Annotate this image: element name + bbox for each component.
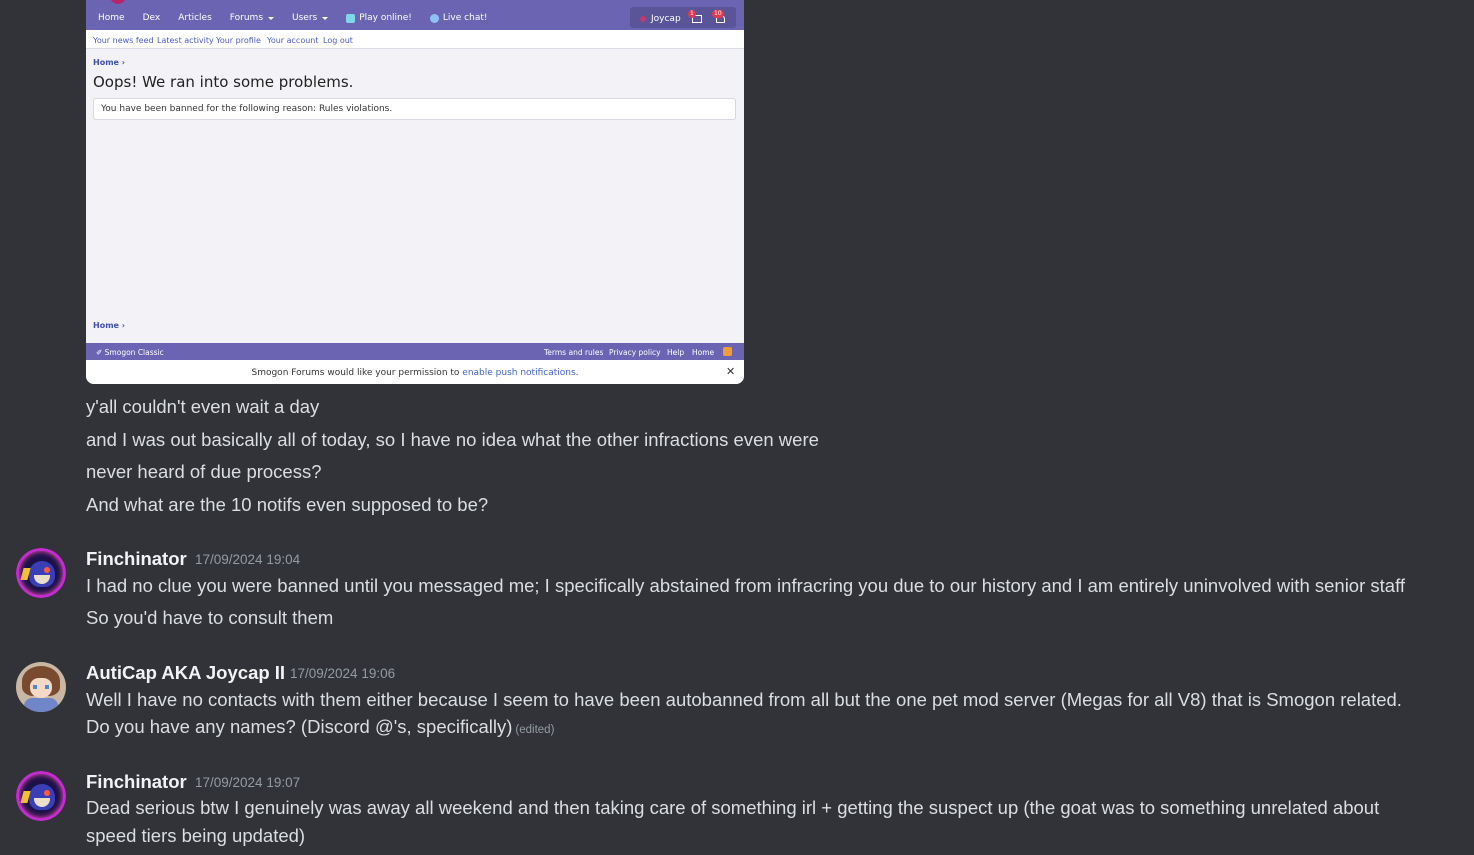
forum-nav-dex: Dex bbox=[142, 13, 161, 23]
message-timestamp: 17/09/2024 19:04 bbox=[195, 552, 301, 567]
forum-nav-users: Users bbox=[292, 13, 328, 23]
message-timestamp: 17/09/2024 19:06 bbox=[290, 666, 396, 681]
message-text: speed tiers being updated) bbox=[86, 825, 306, 846]
forum-user-menu: Joycap 1 10 bbox=[630, 7, 736, 28]
forum-nav-play: Play online! bbox=[346, 13, 412, 23]
edited-label: (edited) bbox=[515, 724, 555, 736]
footer-help: Help bbox=[667, 348, 685, 357]
inbox-badge: 1 bbox=[688, 10, 696, 18]
ban-notice: You have been banned for the following r… bbox=[93, 98, 736, 120]
rss-icon bbox=[723, 347, 732, 356]
message-author[interactable]: AutiCap AKA Joycap II bbox=[86, 662, 285, 684]
forum-nav-forums: Forums bbox=[230, 13, 274, 23]
message-text-content: Do you have any names? (Discord @'s, spe… bbox=[86, 716, 513, 737]
close-icon: ✕ bbox=[726, 365, 736, 378]
footer-privacy: Privacy policy bbox=[609, 348, 661, 357]
subnav-news-feed: Your news feed bbox=[93, 36, 154, 45]
forum-subnav: Your news feed Latest activity Your prof… bbox=[86, 30, 744, 49]
subnav-log-out: Log out bbox=[323, 36, 353, 45]
push-permission-bar: Smogon Forums would like your permission… bbox=[86, 360, 744, 384]
finchinator-avatar[interactable] bbox=[16, 771, 66, 821]
forum-nav-articles: Articles bbox=[178, 13, 212, 23]
push-text: Smogon Forums would like your permission… bbox=[251, 368, 460, 378]
subnav-your-profile: Your profile bbox=[216, 36, 261, 45]
footer-terms: Terms and rules bbox=[544, 348, 604, 357]
forum-footer: ✐ Smogon Classic Terms and rules Privacy… bbox=[86, 343, 744, 360]
message-text: So you'd have to consult them bbox=[86, 607, 334, 628]
message-author[interactable]: Finchinator bbox=[86, 548, 187, 570]
image-attachment[interactable]: Home Dex Articles Forums Users Play onli… bbox=[86, 0, 744, 384]
play-online-icon bbox=[346, 13, 356, 23]
message-text: Do you have any names? (Discord @'s, spe… bbox=[86, 715, 554, 742]
message-text: and I was out basically all of today, so… bbox=[86, 429, 819, 450]
message-text: And what are the 10 notifs even supposed… bbox=[86, 494, 489, 515]
breadcrumb-home: Home bbox=[93, 58, 119, 67]
message-text: y'all couldn't even wait a day bbox=[86, 396, 320, 417]
breadcrumb: Home › bbox=[93, 58, 126, 67]
subnav-your-account: Your account bbox=[267, 36, 319, 45]
forum-nav-chat: Live chat! bbox=[429, 13, 487, 23]
breadcrumb-home-bottom: Home bbox=[93, 321, 119, 330]
alerts-badge: 10 bbox=[712, 10, 724, 18]
user-avatar-icon bbox=[640, 16, 646, 22]
push-end: . bbox=[575, 368, 579, 378]
forum-logo-icon bbox=[110, 0, 126, 4]
message-text: never heard of due process? bbox=[86, 461, 322, 482]
message-text: Dead serious btw I genuinely was away al… bbox=[86, 797, 1380, 818]
message-text: Well I have no contacts with them either… bbox=[86, 689, 1402, 710]
footer-style-chooser: ✐ Smogon Classic bbox=[96, 348, 164, 357]
subnav-latest-activity: Latest activity bbox=[157, 36, 214, 45]
footer-home: Home bbox=[692, 348, 715, 357]
message-text: I had no clue you were banned until you … bbox=[86, 575, 1406, 596]
forum-nav: Home Dex Articles Forums Users Play onli… bbox=[98, 13, 505, 23]
message-timestamp: 17/09/2024 19:07 bbox=[195, 775, 301, 790]
live-chat-icon bbox=[429, 13, 439, 23]
breadcrumb-bottom: Home › bbox=[93, 321, 126, 330]
finchinator-avatar[interactable] bbox=[16, 548, 66, 598]
push-link: enable push notifications bbox=[462, 368, 576, 378]
error-title: Oops! We ran into some problems. bbox=[93, 73, 354, 91]
forum-username: Joycap bbox=[651, 14, 681, 24]
joycap-avatar[interactable] bbox=[16, 662, 66, 712]
message-author[interactable]: Finchinator bbox=[86, 771, 187, 793]
forum-header-bar: Home Dex Articles Forums Users Play onli… bbox=[86, 0, 744, 30]
forum-nav-home: Home bbox=[98, 13, 125, 23]
